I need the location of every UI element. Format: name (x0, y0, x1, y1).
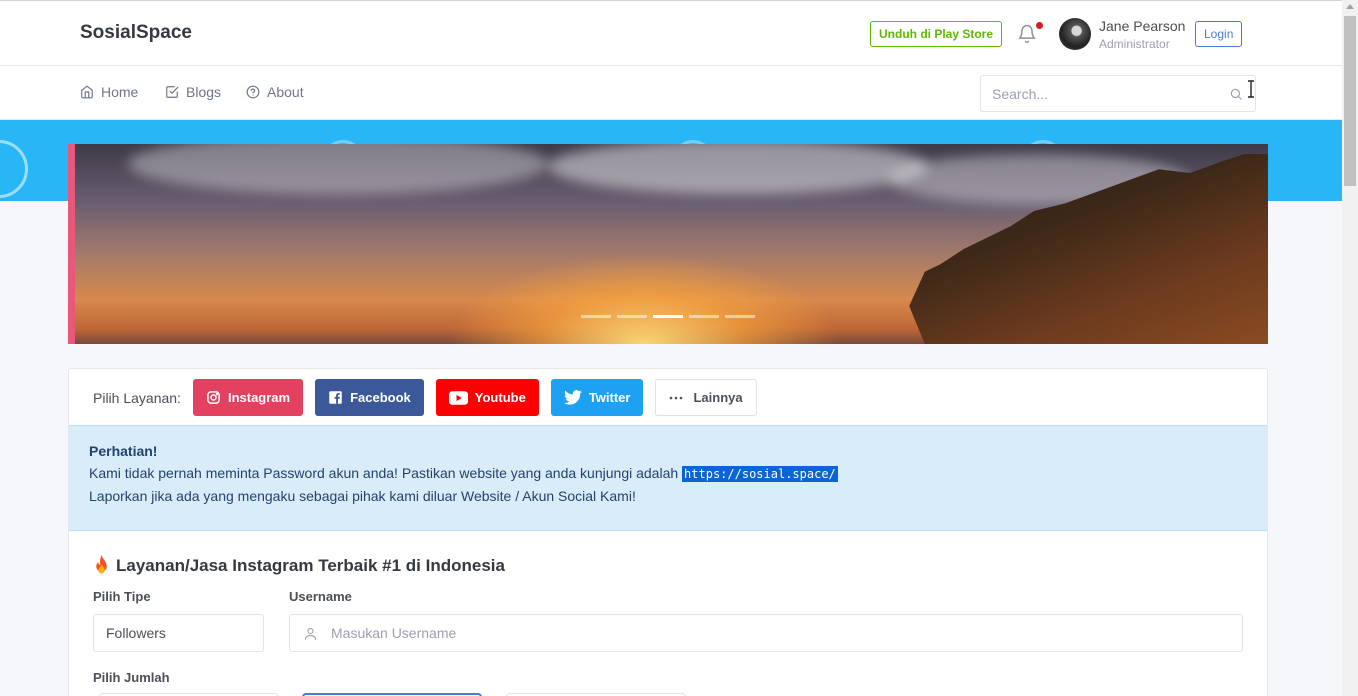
text-cursor-icon (1248, 80, 1254, 98)
username-input[interactable]: Masukan Username (289, 614, 1243, 652)
fire-icon (96, 555, 107, 574)
more-horizontal-icon (670, 396, 683, 399)
twitter-button[interactable]: Twitter (550, 379, 644, 416)
carousel-accent (68, 144, 75, 344)
username-label: Username (289, 589, 352, 604)
check-square-icon (166, 86, 179, 98)
top-header: SosialSpace Unduh di Play Store Jane Pea… (0, 0, 1342, 66)
instagram-label: Instagram (227, 390, 291, 405)
carousel-indicator[interactable] (617, 315, 647, 318)
service-selector: Pilih Layanan: Instagram Facebook Youtub… (93, 379, 769, 416)
nav-item-label: Home (101, 84, 139, 100)
user-icon (304, 627, 317, 640)
play-store-button[interactable]: Unduh di Play Store (870, 21, 1003, 47)
alert-title: Perhatian! (89, 443, 158, 459)
user-name[interactable]: Jane Pearson (1099, 18, 1185, 34)
nav-item-blogs[interactable]: Blogs (165, 84, 221, 100)
brand-logo[interactable]: SosialSpace (80, 22, 192, 44)
twitter-label: Twitter (588, 390, 631, 405)
carousel-indicators (581, 315, 755, 318)
scroll-thumb[interactable] (1344, 16, 1356, 186)
instagram-button[interactable]: Instagram (192, 379, 304, 416)
username-placeholder: Masukan Username (331, 625, 457, 641)
decor-circle (0, 140, 28, 198)
login-button[interactable]: Login (1195, 21, 1243, 47)
nav-item-home[interactable]: Home (80, 84, 138, 100)
bell-icon[interactable] (1017, 23, 1037, 45)
facebook-button[interactable]: Facebook (315, 379, 424, 416)
carousel-indicator[interactable] (581, 315, 611, 318)
youtube-label: Youtube (474, 390, 526, 405)
nav-item-about[interactable]: About (246, 84, 304, 100)
facebook-label: Facebook (350, 390, 411, 405)
youtube-icon (448, 390, 468, 405)
help-circle-icon (246, 85, 260, 99)
alert-url[interactable]: https://sosial.space/ (682, 466, 838, 482)
search-input[interactable]: Search... (992, 86, 1048, 102)
carousel-indicator[interactable] (689, 315, 719, 318)
cloud (548, 144, 928, 194)
facebook-icon (329, 391, 342, 404)
more-services-button[interactable]: Lainnya (655, 379, 757, 416)
cloud (128, 144, 548, 194)
search-icon[interactable] (1229, 87, 1243, 101)
service-label: Pilih Layanan: (93, 389, 181, 406)
form-title: Layanan/Jasa Instagram Terbaik #1 di Ind… (93, 555, 505, 576)
scroll-up-arrow-icon[interactable] (1346, 4, 1354, 9)
avatar[interactable] (1059, 18, 1091, 50)
instagram-icon (207, 391, 220, 404)
type-select[interactable]: Followers (93, 614, 264, 652)
type-label: Pilih Tipe (93, 589, 151, 604)
user-role: Administrator (1099, 37, 1170, 51)
page-scrollbar[interactable] (1342, 0, 1358, 696)
youtube-button[interactable]: Youtube (435, 379, 539, 416)
nav-item-label: About (267, 84, 304, 100)
alert-line-1: Kami tidak pernah meminta Password akun … (89, 462, 1247, 485)
alert-line-2: Laporkan jika ada yang mengaku sebagai p… (89, 488, 636, 504)
home-icon (81, 85, 93, 99)
more-services-label: Lainnya (693, 390, 743, 405)
service-card: Pilih Layanan: Instagram Facebook Youtub… (68, 368, 1268, 696)
carousel-indicator-active[interactable] (653, 315, 683, 318)
nav-item-label: Blogs (186, 84, 222, 100)
twitter-icon (563, 390, 582, 405)
banner-carousel[interactable] (68, 144, 1268, 344)
carousel-indicator[interactable] (725, 315, 755, 318)
warning-alert: Perhatian! Kami tidak pernah meminta Pas… (69, 425, 1267, 531)
alert-message: Kami tidak pernah meminta Password akun … (89, 465, 679, 481)
form-title-text: Layanan/Jasa Instagram Terbaik #1 di Ind… (116, 555, 505, 575)
main-nav: Home Blogs About Search... (0, 66, 1342, 120)
amount-label: Pilih Jumlah (93, 670, 170, 685)
search-box[interactable]: Search... (980, 75, 1256, 112)
notification-dot (1036, 22, 1043, 29)
